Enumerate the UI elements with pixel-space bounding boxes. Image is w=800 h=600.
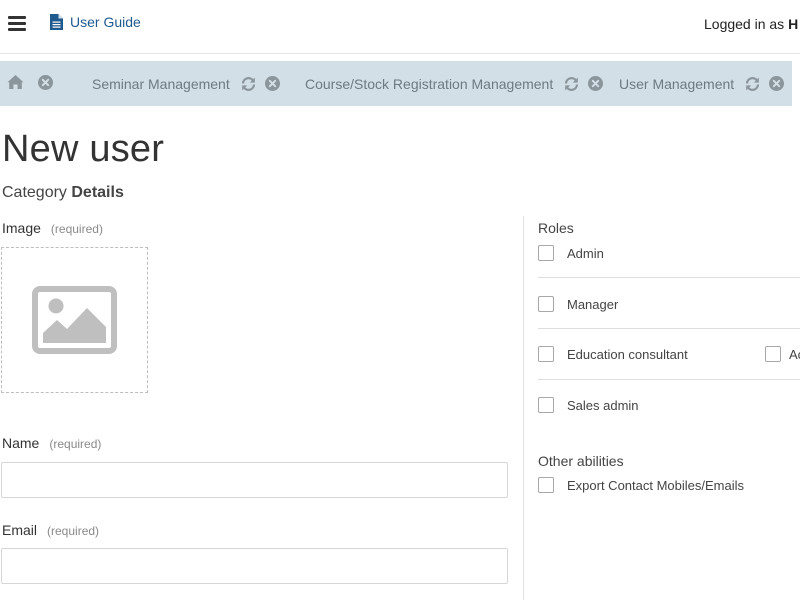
close-circle-icon[interactable] xyxy=(769,76,785,91)
refresh-icon[interactable] xyxy=(240,76,257,92)
divider xyxy=(538,379,800,380)
role-education-consultant[interactable]: Education consultant xyxy=(538,346,800,362)
breadcrumb: Category Details xyxy=(2,184,124,202)
checkbox[interactable] xyxy=(538,477,554,493)
checkbox[interactable] xyxy=(538,397,554,413)
home-icon[interactable] xyxy=(7,74,24,90)
name-input[interactable] xyxy=(1,462,508,498)
close-circle-icon[interactable] xyxy=(38,75,53,90)
image-placeholder-icon xyxy=(32,286,117,354)
name-label: Name (required) xyxy=(2,435,101,451)
refresh-icon[interactable] xyxy=(563,76,580,92)
email-input[interactable] xyxy=(1,548,508,584)
tab-user-management[interactable]: User Management xyxy=(619,61,792,106)
role-label: Education consultant xyxy=(567,346,688,362)
refresh-icon[interactable] xyxy=(744,76,761,92)
role-label: Sales admin xyxy=(567,397,639,413)
breadcrumb-category: Category xyxy=(2,184,67,201)
checkbox[interactable] xyxy=(538,245,554,261)
tab-label[interactable]: Seminar Management xyxy=(92,76,230,92)
checkbox[interactable] xyxy=(538,346,554,362)
role-admin[interactable]: Admin xyxy=(538,245,800,261)
email-label: Email (required) xyxy=(2,522,99,538)
roles-title: Roles xyxy=(538,220,574,236)
required-hint: (required) xyxy=(47,524,100,538)
logged-in-prefix: Logged in as xyxy=(704,16,789,32)
tab-label[interactable]: Course/Stock Registration Management xyxy=(305,76,553,92)
required-hint: (required) xyxy=(49,437,102,451)
close-circle-icon[interactable] xyxy=(588,76,604,91)
checkbox[interactable] xyxy=(765,346,781,362)
name-label-text: Name xyxy=(2,435,40,451)
divider xyxy=(538,277,800,278)
document-icon xyxy=(50,14,63,30)
tab-strip-end xyxy=(792,61,800,106)
image-upload[interactable] xyxy=(1,247,148,393)
ability-export-contacts[interactable]: Export Contact Mobiles/Emails xyxy=(538,477,800,493)
role-manager[interactable]: Manager xyxy=(538,296,800,312)
hamburger-icon[interactable] xyxy=(8,16,26,31)
tab-label[interactable]: User Management xyxy=(619,76,734,92)
checkbox[interactable] xyxy=(538,296,554,312)
role-label: Manager xyxy=(567,296,619,312)
user-guide-label: User Guide xyxy=(70,14,141,30)
other-abilities-title: Other abilities xyxy=(538,453,624,469)
tab-seminar-management[interactable]: Seminar Management xyxy=(92,61,288,106)
role-label: Ac xyxy=(789,346,800,362)
column-divider xyxy=(523,216,524,600)
ability-label: Export Contact Mobiles/Emails xyxy=(567,477,745,493)
role-label: Admin xyxy=(567,245,604,261)
image-label-text: Image xyxy=(2,220,41,236)
breadcrumb-current: Details xyxy=(71,184,124,201)
role-sales-admin[interactable]: Sales admin xyxy=(538,397,800,413)
image-label: Image (required) xyxy=(2,220,103,236)
user-guide-link[interactable]: User Guide xyxy=(50,14,141,30)
page-title: New user xyxy=(2,128,165,170)
role-extra[interactable]: Ac xyxy=(765,346,800,362)
top-bar: User Guide Logged in as H xyxy=(0,0,800,54)
tab-course-stock-registration[interactable]: Course/Stock Registration Management xyxy=(305,61,611,106)
email-label-text: Email xyxy=(2,522,38,538)
logged-in-user: H xyxy=(788,16,799,32)
logged-in-status: Logged in as H xyxy=(704,16,798,32)
divider xyxy=(538,328,800,329)
required-hint: (required) xyxy=(50,222,103,236)
close-circle-icon[interactable] xyxy=(264,76,280,91)
